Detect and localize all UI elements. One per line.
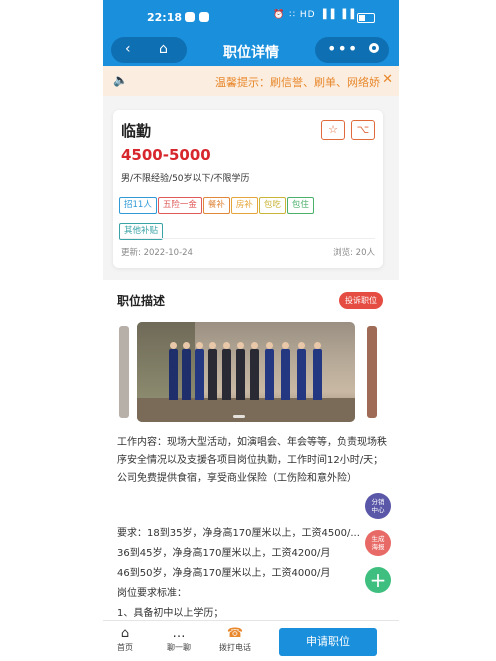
app-notification-icon bbox=[199, 12, 209, 22]
photo-person bbox=[281, 342, 290, 400]
benefit-tag: 餐补 bbox=[202, 197, 230, 214]
description-line: 岗位要求标准： bbox=[117, 588, 187, 599]
nav-bar: ‹ ⌂ 职位详情 ••• bbox=[103, 34, 399, 66]
photo-person bbox=[297, 342, 306, 400]
tab-call[interactable]: ☎ 拨打电话 bbox=[213, 625, 257, 653]
distribution-center-label: 分销中心 bbox=[371, 498, 385, 514]
benefit-tag: 包吃 bbox=[258, 197, 286, 214]
close-miniprogram-icon[interactable] bbox=[369, 43, 379, 53]
status-icons: ⏰ ∷ HD ▐▐ ▐▐ bbox=[273, 10, 355, 20]
carousel-indicator bbox=[233, 415, 245, 418]
report-job-button[interactable]: 投诉职位 bbox=[339, 292, 383, 309]
salary: 4500-5000 bbox=[121, 146, 211, 164]
benefit-tag: 五险一金 bbox=[157, 197, 202, 214]
more-icon[interactable]: ••• bbox=[327, 39, 358, 58]
speaker-icon: 🔈 bbox=[113, 73, 128, 87]
updated-date: 更新: 2022-10-24 bbox=[121, 248, 193, 258]
photo-person bbox=[208, 342, 217, 400]
job-photo[interactable] bbox=[137, 322, 355, 422]
benefit-tags: 招11人 五险一金 餐补 房补 包吃 包住 其他补贴 bbox=[119, 192, 381, 244]
photo-person bbox=[195, 342, 204, 400]
miniprogram-capsule: ••• bbox=[315, 37, 389, 63]
tab-call-label: 拨打电话 bbox=[219, 643, 251, 652]
prev-photo-peek[interactable] bbox=[119, 326, 129, 418]
photo-person bbox=[222, 342, 231, 400]
next-photo-peek[interactable] bbox=[367, 326, 377, 418]
battery-icon bbox=[357, 13, 375, 23]
photo-floor bbox=[137, 398, 355, 422]
chat-icon: … bbox=[172, 626, 186, 641]
benefit-tag: 房补 bbox=[230, 197, 258, 214]
description-line: 36到45岁，净身高170厘米以上，工资4200/月 bbox=[117, 548, 331, 559]
job-requirements: 男/不限经验/50岁以下/不限学历 bbox=[121, 174, 250, 184]
tab-chat[interactable]: … 聊一聊 bbox=[157, 625, 201, 653]
photo-person bbox=[236, 342, 245, 400]
photo-person bbox=[182, 342, 191, 400]
photo-person bbox=[169, 342, 178, 400]
share-icon: ⌥ bbox=[356, 123, 370, 136]
poster-label: 生成海报 bbox=[371, 535, 385, 551]
description-line: 要求：18到35岁，净身高170厘米以上，工资4500/... bbox=[117, 528, 360, 539]
plus-icon: + bbox=[369, 568, 387, 592]
close-icon[interactable]: ✕ bbox=[382, 72, 393, 87]
tab-home[interactable]: ⌂ 首页 bbox=[103, 625, 147, 653]
view-count: 浏览: 20人 bbox=[333, 248, 375, 258]
share-button[interactable]: ⌥ bbox=[351, 120, 375, 140]
status-bar: 22:18 ⏰ ∷ HD ▐▐ ▐▐ bbox=[103, 0, 399, 34]
section-title: 职位描述 bbox=[117, 294, 166, 308]
job-title: 临勤 bbox=[121, 122, 152, 140]
description-line: 46到50岁，净身高170厘米以上，工资4000/月 bbox=[117, 568, 331, 579]
benefit-tag: 招11人 bbox=[119, 197, 157, 214]
favorite-button[interactable]: ☆ bbox=[321, 120, 345, 140]
phone-icon: ☎ bbox=[226, 626, 244, 641]
description-paragraph: 工作内容：现场大型活动，如演唱会、年会等等，负责现场秩序安全情况以及支援各项目岗… bbox=[117, 437, 387, 484]
job-description: 职位描述 投诉职位 工作内容：现场大型活动，如演唱会、年会等等，负责现场秩序安全… bbox=[103, 280, 399, 620]
photo-person bbox=[265, 342, 274, 400]
poster-button[interactable]: 生成海报 bbox=[365, 530, 391, 556]
wechat-notification-icon bbox=[185, 12, 195, 22]
phone-screen: 22:18 ⏰ ∷ HD ▐▐ ▐▐ ‹ ⌂ 职位详情 ••• 🔈 温馨提示：刷… bbox=[103, 0, 399, 661]
status-time: 22:18 bbox=[147, 11, 183, 24]
notice-bar: 🔈 温馨提示：刷信誉、刷单、网络娇 ✕ bbox=[103, 66, 399, 96]
benefit-tag: 包住 bbox=[286, 197, 314, 214]
divider bbox=[121, 238, 375, 239]
distribution-center-button[interactable]: 分销中心 bbox=[365, 493, 391, 519]
home-tab-icon: ⌂ bbox=[120, 626, 130, 641]
star-icon: ☆ bbox=[328, 123, 338, 136]
tab-chat-label: 聊一聊 bbox=[167, 643, 191, 652]
photo-person bbox=[313, 342, 322, 400]
apply-button[interactable]: 申请职位 bbox=[279, 628, 377, 656]
notice-text: 温馨提示：刷信誉、刷单、网络娇 bbox=[215, 76, 380, 89]
tab-home-label: 首页 bbox=[117, 643, 133, 652]
photo-person bbox=[250, 342, 259, 400]
job-card: 临勤 ☆ ⌥ 4500-5000 男/不限经验/50岁以下/不限学历 招11人五… bbox=[113, 110, 383, 268]
bottom-bar: ⌂ 首页 … 聊一聊 ☎ 拨打电话 申请职位 bbox=[103, 620, 399, 661]
add-button[interactable]: + bbox=[365, 567, 391, 593]
